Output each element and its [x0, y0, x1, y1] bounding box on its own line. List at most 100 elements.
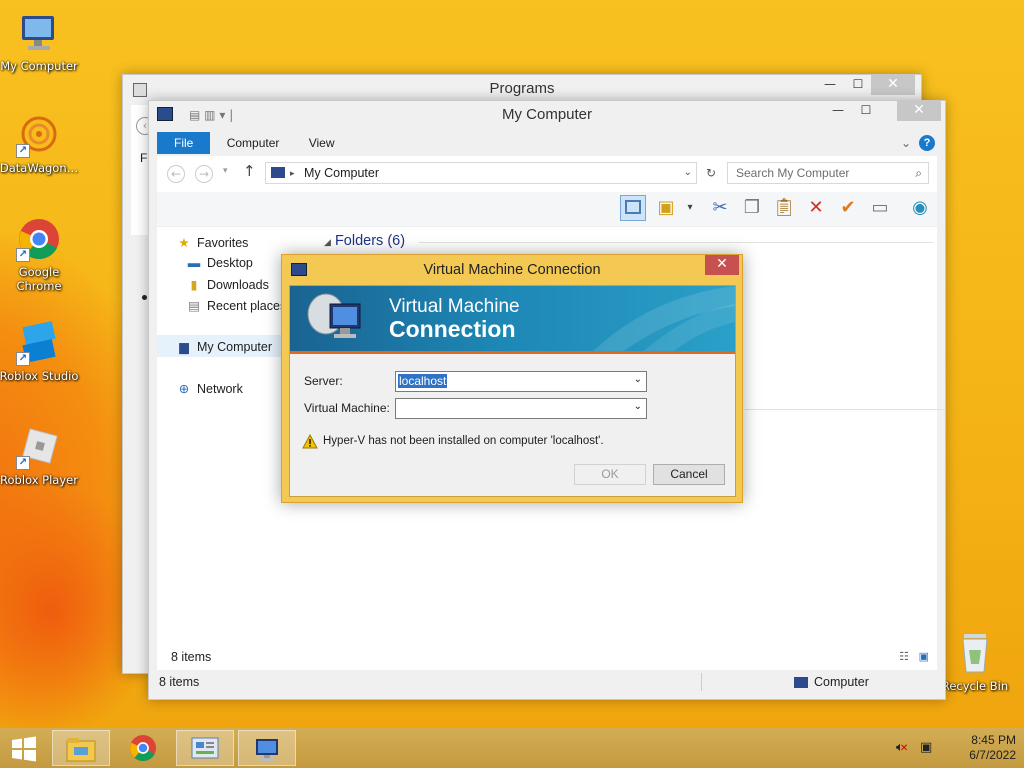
- search-icon: ⌕: [915, 166, 922, 180]
- forward-button[interactable]: →: [195, 165, 213, 183]
- banner-title-line1: Virtual Machine: [389, 296, 520, 317]
- close-button[interactable]: ✕: [705, 255, 739, 275]
- vm-connection-dialog[interactable]: Virtual Machine Connection ✕ Virtual Mac…: [281, 254, 743, 503]
- globe-icon[interactable]: ◉: [907, 195, 933, 221]
- close-button[interactable]: ✕: [871, 75, 915, 95]
- desktop-icon-chrome[interactable]: ↗ Google Chrome: [0, 216, 80, 293]
- section-header: Folders (6): [334, 233, 406, 249]
- explorer-toolbar: ▣ ▾ ✂ ❐ 📋︎ ✕ ✔ ▭ ◉: [157, 192, 937, 226]
- desktop-icon-roblox-player[interactable]: ↗ Roblox Player: [0, 424, 80, 487]
- windows-logo-icon: [12, 736, 36, 762]
- chevron-down-icon[interactable]: ⌄: [634, 401, 642, 412]
- ok-button[interactable]: OK: [574, 464, 646, 485]
- close-button[interactable]: ✕: [897, 101, 941, 121]
- clock-time: 8:45 PM: [971, 733, 1016, 747]
- clock[interactable]: 8:45 PM 6/7/2022: [944, 733, 1016, 763]
- tab-file[interactable]: File: [157, 132, 211, 154]
- control-panel-icon: [191, 737, 219, 759]
- cancel-button[interactable]: Cancel: [653, 464, 725, 485]
- refresh-icon[interactable]: ↻: [700, 162, 722, 184]
- chevron-down-icon[interactable]: ⌄: [634, 374, 642, 385]
- start-button[interactable]: [0, 730, 48, 766]
- outer-status-bar: 8 items Computer: [157, 671, 937, 695]
- zone-label: Computer: [814, 675, 869, 689]
- paste-icon[interactable]: 📋︎: [771, 195, 797, 221]
- dialog-body: Virtual Machine Connection Server: local…: [289, 285, 736, 497]
- chevron-down-icon[interactable]: ⌄: [684, 163, 692, 183]
- back-button[interactable]: ←: [167, 165, 185, 183]
- banner-title-line2: Connection: [389, 316, 516, 342]
- nav-desktop[interactable]: ▬ Desktop: [186, 256, 253, 270]
- dialog-title: Virtual Machine Connection: [423, 262, 601, 278]
- desktop-icon-datawagon[interactable]: ↗ DataWagon…: [0, 112, 80, 175]
- large-icons-view-icon[interactable]: ▣: [919, 646, 929, 668]
- address-text: My Computer: [304, 166, 380, 180]
- desktop: My Computer ↗ DataWagon… ↗ Google Chrome…: [0, 0, 1024, 728]
- minimize-button[interactable]: —: [825, 101, 851, 121]
- maximize-button[interactable]: ☐: [853, 101, 879, 121]
- rename-icon[interactable]: ▭: [867, 195, 893, 221]
- cut-icon[interactable]: ✂: [707, 195, 733, 221]
- volume-muted-icon[interactable]: 🔈︎✕: [896, 740, 908, 755]
- server-label: Server:: [304, 374, 343, 388]
- clock-date: 6/7/2022: [969, 748, 1016, 762]
- help-icon[interactable]: ?: [919, 135, 935, 151]
- virtual-machine-combobox[interactable]: ⌄: [395, 398, 647, 419]
- checkmark-icon[interactable]: ✔: [835, 195, 861, 221]
- desktop-icon-label: My Computer: [0, 59, 78, 73]
- details-view-icon[interactable]: ☷: [899, 646, 909, 668]
- nav-my-computer[interactable]: ▆ My Computer: [176, 339, 272, 354]
- server-value: localhost: [398, 374, 448, 388]
- file-explorer-icon: [66, 738, 96, 762]
- inner-status-bar: 8 items ☷ ▣: [157, 646, 937, 670]
- shortcut-arrow-icon: ↗: [16, 352, 30, 366]
- item-count: 8 items: [159, 675, 200, 689]
- nav-recent-places[interactable]: ▤ Recent places: [186, 298, 286, 313]
- address-bar[interactable]: ▸ My Computer ⌄: [265, 162, 697, 184]
- taskbar-vm-connection[interactable]: [238, 730, 296, 766]
- maximize-button[interactable]: ☐: [845, 75, 871, 95]
- search-input[interactable]: Search My Computer ⌕: [727, 162, 929, 184]
- shortcut-arrow-icon: ↗: [16, 456, 30, 470]
- desktop-icon-label: Roblox Player: [0, 473, 78, 487]
- taskbar-file-explorer[interactable]: [52, 730, 110, 766]
- shortcut-arrow-icon: ↗: [16, 248, 30, 262]
- taskbar-control-panel[interactable]: [176, 730, 234, 766]
- recent-locations-icon[interactable]: ▾: [223, 166, 228, 176]
- ribbon-tabs: File Computer View ⌄ ?: [157, 132, 937, 154]
- tab-view[interactable]: View: [296, 132, 348, 154]
- star-icon: ★: [178, 236, 190, 250]
- recent-places-icon: ▤: [188, 299, 200, 313]
- vm-app-icon: [256, 739, 278, 761]
- up-arrow-icon[interactable]: ↑: [243, 162, 256, 180]
- network-status-icon[interactable]: ▣: [920, 740, 932, 755]
- layout-pane-icon[interactable]: [620, 195, 646, 221]
- search-placeholder: Search My Computer: [736, 166, 850, 180]
- desktop-icon-label: DataWagon…: [0, 161, 79, 175]
- delete-icon[interactable]: ✕: [803, 195, 829, 221]
- warning-message: Hyper-V has not been installed on comput…: [323, 435, 604, 447]
- breadcrumb-arrow-icon[interactable]: ▸: [290, 163, 295, 183]
- chevron-down-icon[interactable]: ▾: [677, 195, 703, 221]
- server-combobox[interactable]: localhost ⌄: [395, 371, 647, 392]
- computer-icon: [271, 167, 285, 178]
- nav-network[interactable]: ⊕ Network: [176, 381, 243, 396]
- nav-favorites[interactable]: ★ Favorites: [176, 235, 248, 250]
- nav-downloads[interactable]: ▮ Downloads: [186, 277, 269, 292]
- section-divider: [419, 242, 933, 243]
- copy-icon[interactable]: ❐: [739, 195, 765, 221]
- taskbar-chrome[interactable]: [114, 730, 172, 766]
- window-system-icon: [133, 83, 147, 97]
- computer-icon: [794, 677, 808, 688]
- desktop-icon-label: Recycle Bin: [941, 679, 1009, 693]
- minimize-button[interactable]: —: [817, 75, 843, 95]
- folder-check-icon[interactable]: ▣: [653, 195, 679, 221]
- collapse-triangle-icon[interactable]: ◢: [324, 237, 331, 247]
- tab-computer[interactable]: Computer: [214, 132, 293, 154]
- desktop-icon-roblox-studio[interactable]: ↗ Roblox Studio: [0, 320, 80, 383]
- desktop-icon-my-computer[interactable]: My Computer: [0, 10, 80, 73]
- ribbon-expand-icon[interactable]: ⌄: [901, 132, 911, 154]
- desktop-icon-recycle-bin[interactable]: Recycle Bin: [934, 630, 1016, 693]
- section-folders[interactable]: ◢ Folders (6): [324, 233, 405, 249]
- desktop-icon: ▬: [187, 256, 201, 270]
